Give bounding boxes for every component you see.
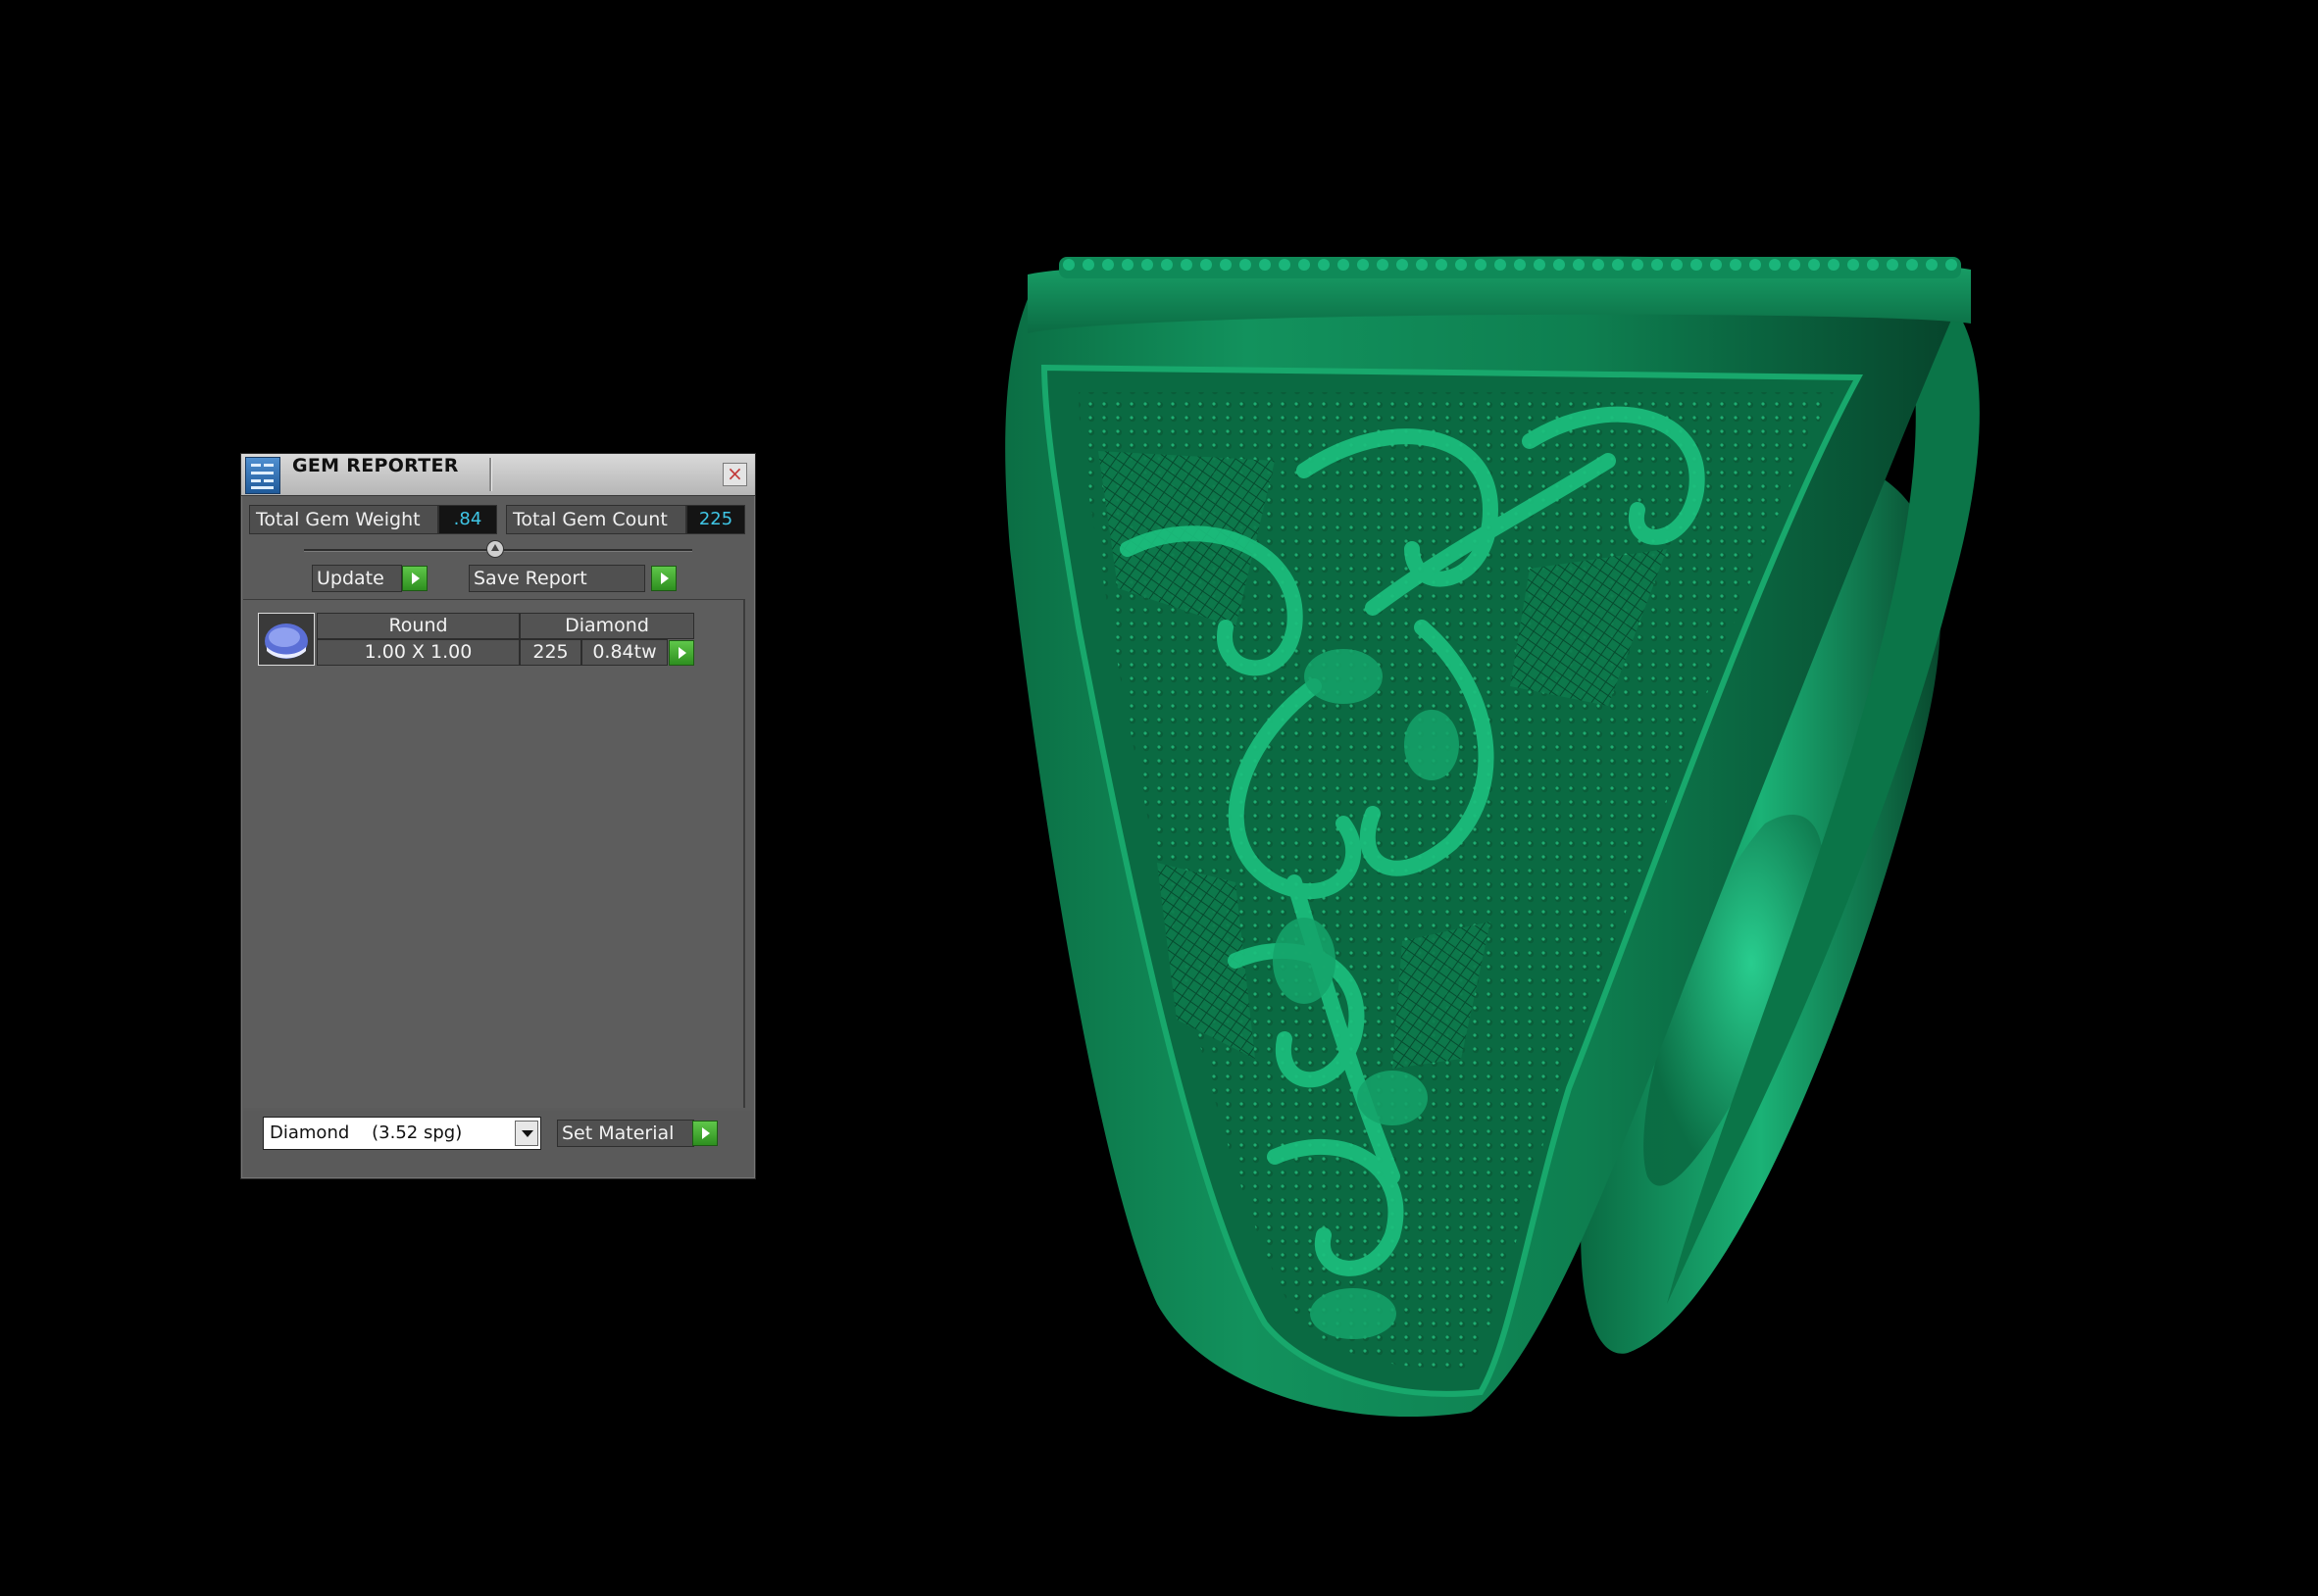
update-run-icon[interactable] [402, 566, 428, 591]
gem-reporter-app-icon [245, 457, 280, 494]
gem-reporter-panel: GEM REPORTER × Total Gem Weight .84 Tota… [240, 453, 756, 1179]
update-button[interactable]: Update [312, 565, 402, 592]
round-gem-icon[interactable] [258, 613, 315, 666]
save-report-run-icon[interactable] [651, 566, 677, 591]
total-gem-weight-value: .84 [438, 505, 497, 534]
set-material-run-icon[interactable] [692, 1121, 718, 1146]
gem-list [243, 599, 745, 1108]
panel-title: GEM REPORTER [292, 455, 459, 476]
set-material-button[interactable]: Set Material [557, 1120, 694, 1147]
close-icon[interactable]: × [723, 463, 747, 486]
gem-weight-cell: 0.84tw [581, 639, 668, 666]
chevron-down-icon[interactable] [515, 1121, 538, 1146]
titlebar-divider [489, 458, 492, 491]
total-gem-count-value: 225 [686, 505, 745, 534]
material-dropdown[interactable]: Diamond (3.52 spg) [263, 1117, 541, 1150]
gem-count-cell: 225 [520, 639, 581, 666]
gem-row-run-icon[interactable] [669, 640, 694, 666]
material-dropdown-value: Diamond (3.52 spg) [270, 1122, 463, 1143]
total-gem-count-label: Total Gem Count [506, 505, 686, 534]
gem-material-header: Diamond [520, 613, 694, 639]
total-gem-weight-label: Total Gem Weight [249, 505, 438, 534]
gem-size-cell: 1.00 X 1.00 [317, 639, 520, 666]
splitter-handle[interactable] [486, 540, 504, 558]
save-report-button[interactable]: Save Report [469, 565, 645, 592]
gem-shape-header: Round [317, 613, 520, 639]
panel-titlebar[interactable]: GEM REPORTER × [241, 454, 755, 496]
